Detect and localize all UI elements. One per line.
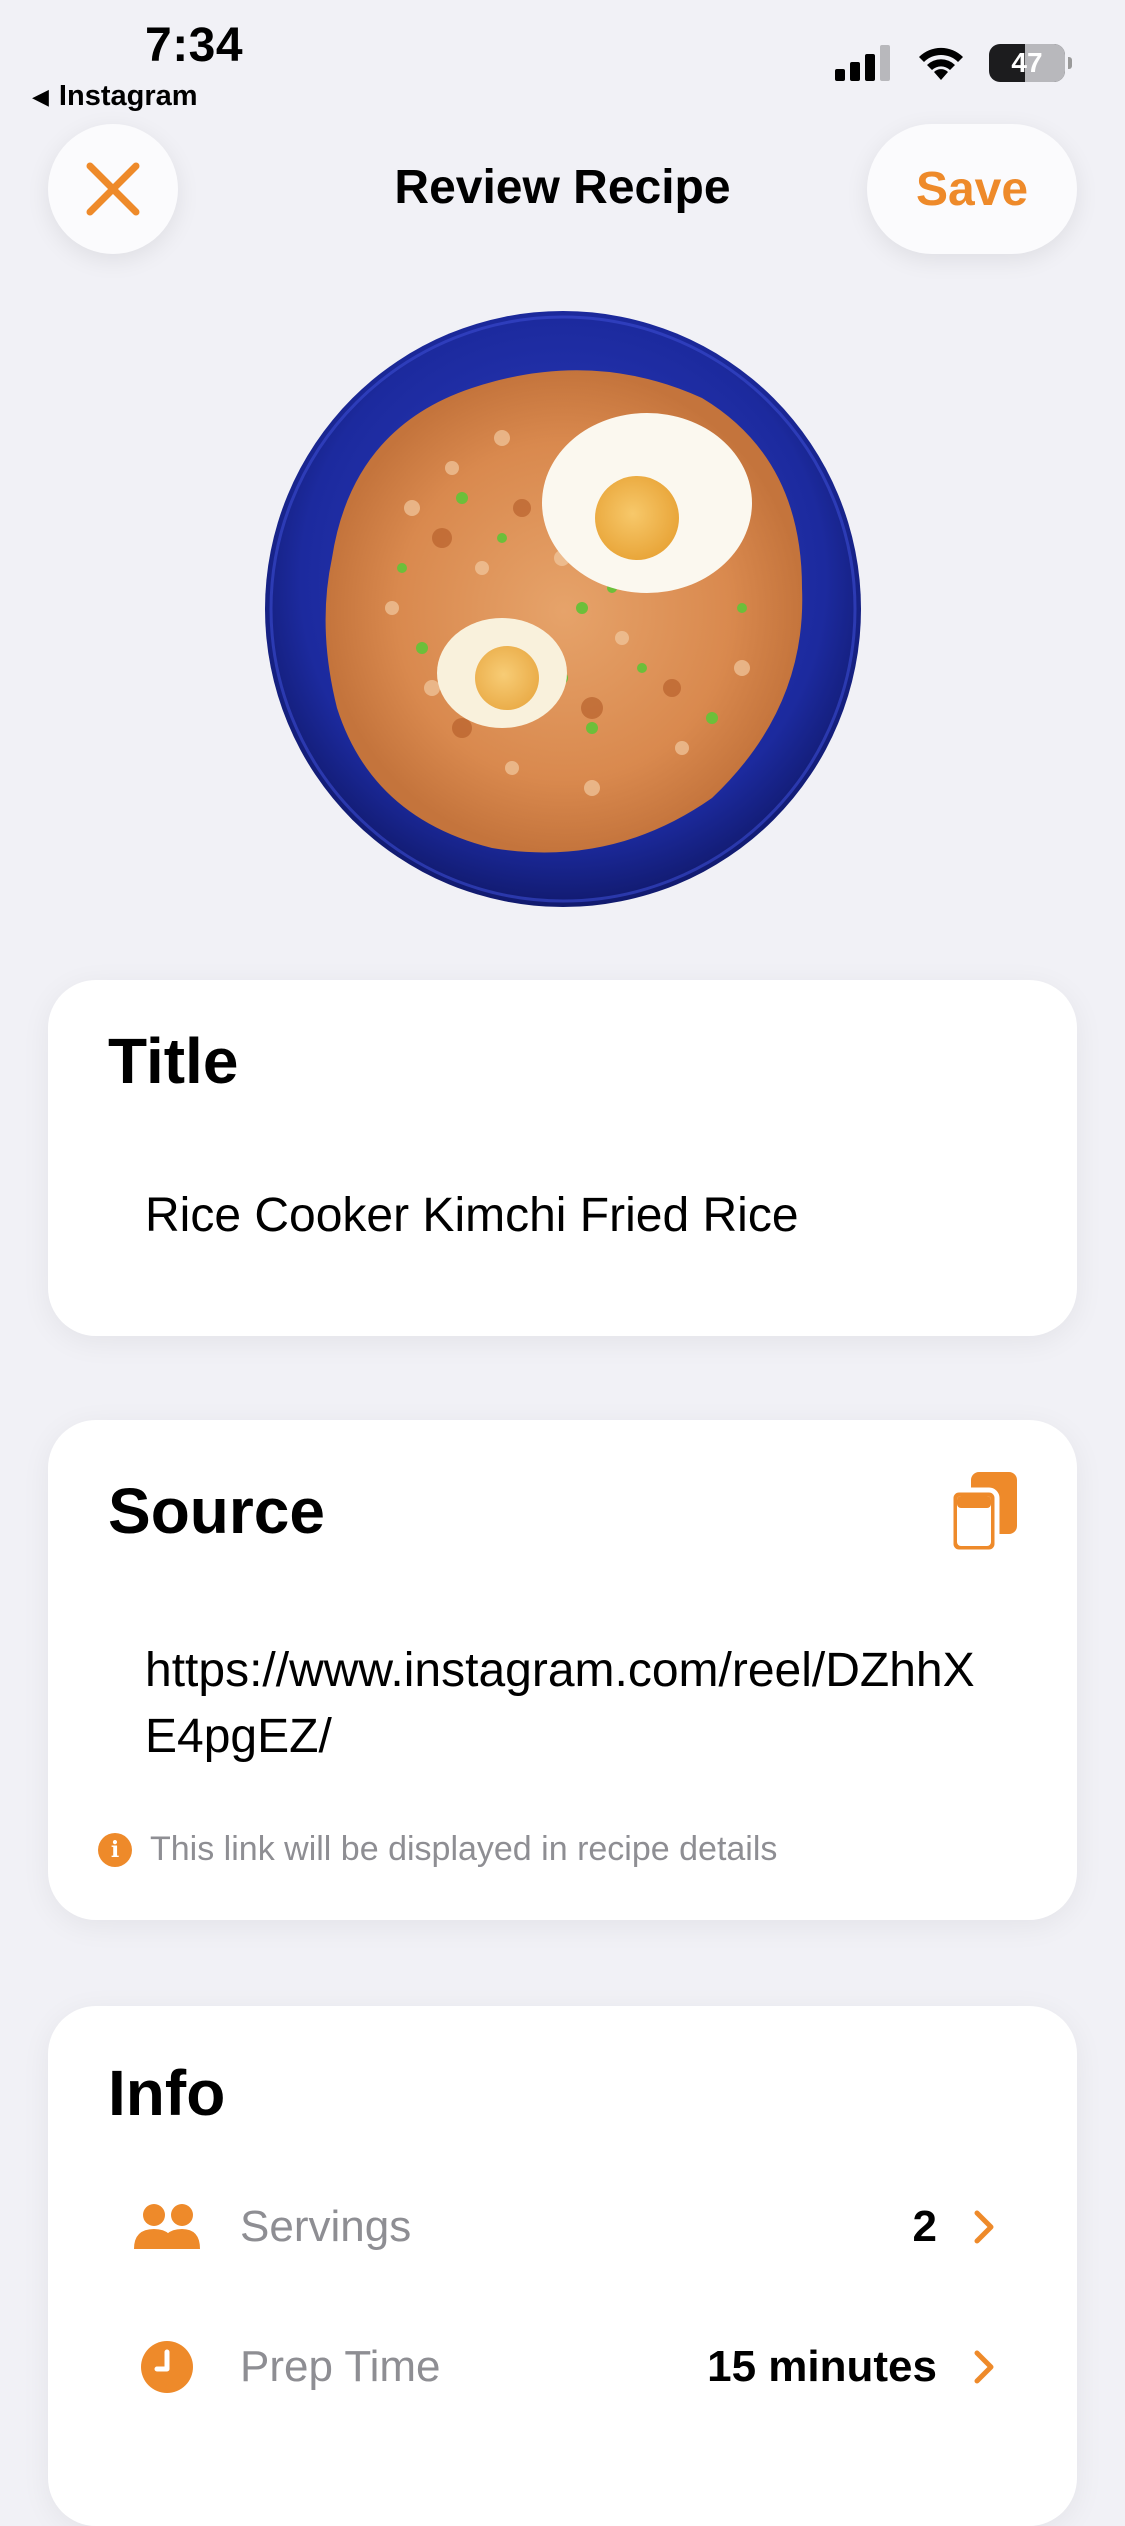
status-icons: 47 bbox=[835, 44, 1072, 82]
title-card: Title Rice Cooker Kimchi Fried Rice bbox=[48, 980, 1077, 1336]
people-icon bbox=[132, 2197, 202, 2257]
source-card: Source https://www.instagram.com/reel/DZ… bbox=[48, 1420, 1077, 1920]
clock-icon bbox=[132, 2337, 202, 2397]
back-to-app-link[interactable]: ◀ Instagram bbox=[32, 80, 198, 113]
recipe-photo bbox=[265, 311, 861, 907]
prep-time-label: Prep Time bbox=[240, 2342, 441, 2391]
title-heading: Title bbox=[108, 1025, 239, 1097]
save-button[interactable]: Save bbox=[867, 124, 1077, 254]
back-app-label: Instagram bbox=[58, 80, 198, 112]
back-triangle-icon: ◀ bbox=[32, 83, 49, 109]
recipe-title-field[interactable]: Rice Cooker Kimchi Fried Rice bbox=[145, 1188, 799, 1243]
chevron-right-icon bbox=[974, 2210, 994, 2244]
source-heading: Source bbox=[108, 1475, 325, 1547]
battery-icon: 47 bbox=[989, 44, 1072, 82]
prep-time-row[interactable]: Prep Time 15 minutes bbox=[48, 2312, 1077, 2422]
info-heading: Info bbox=[108, 2057, 226, 2129]
copy-icon bbox=[948, 1472, 1017, 1555]
status-bar: 7:34 ◀ Instagram 47 bbox=[0, 0, 1125, 120]
wifi-icon bbox=[919, 47, 963, 80]
chevron-right-icon bbox=[974, 2350, 994, 2384]
copy-button[interactable] bbox=[945, 1468, 1025, 1558]
battery-level: 47 bbox=[1011, 47, 1043, 78]
servings-label: Servings bbox=[240, 2202, 412, 2251]
servings-row[interactable]: Servings 2 bbox=[48, 2172, 1077, 2282]
servings-value: 2 bbox=[912, 2202, 937, 2251]
info-icon: i bbox=[98, 1832, 132, 1867]
cellular-signal-icon bbox=[835, 45, 890, 81]
status-time: 7:34 bbox=[145, 19, 244, 72]
source-info-note: i This link will be displayed in recipe … bbox=[98, 1830, 777, 1869]
source-url-field[interactable]: https://www.instagram.com/reel/DZhhXE4pg… bbox=[145, 1638, 1005, 1770]
prep-time-value: 15 minutes bbox=[707, 2342, 937, 2391]
info-card: Info Servings 2 Prep Time 15 minutes bbox=[48, 2006, 1077, 2526]
source-note-text: This link will be displayed in recipe de… bbox=[150, 1830, 778, 1868]
